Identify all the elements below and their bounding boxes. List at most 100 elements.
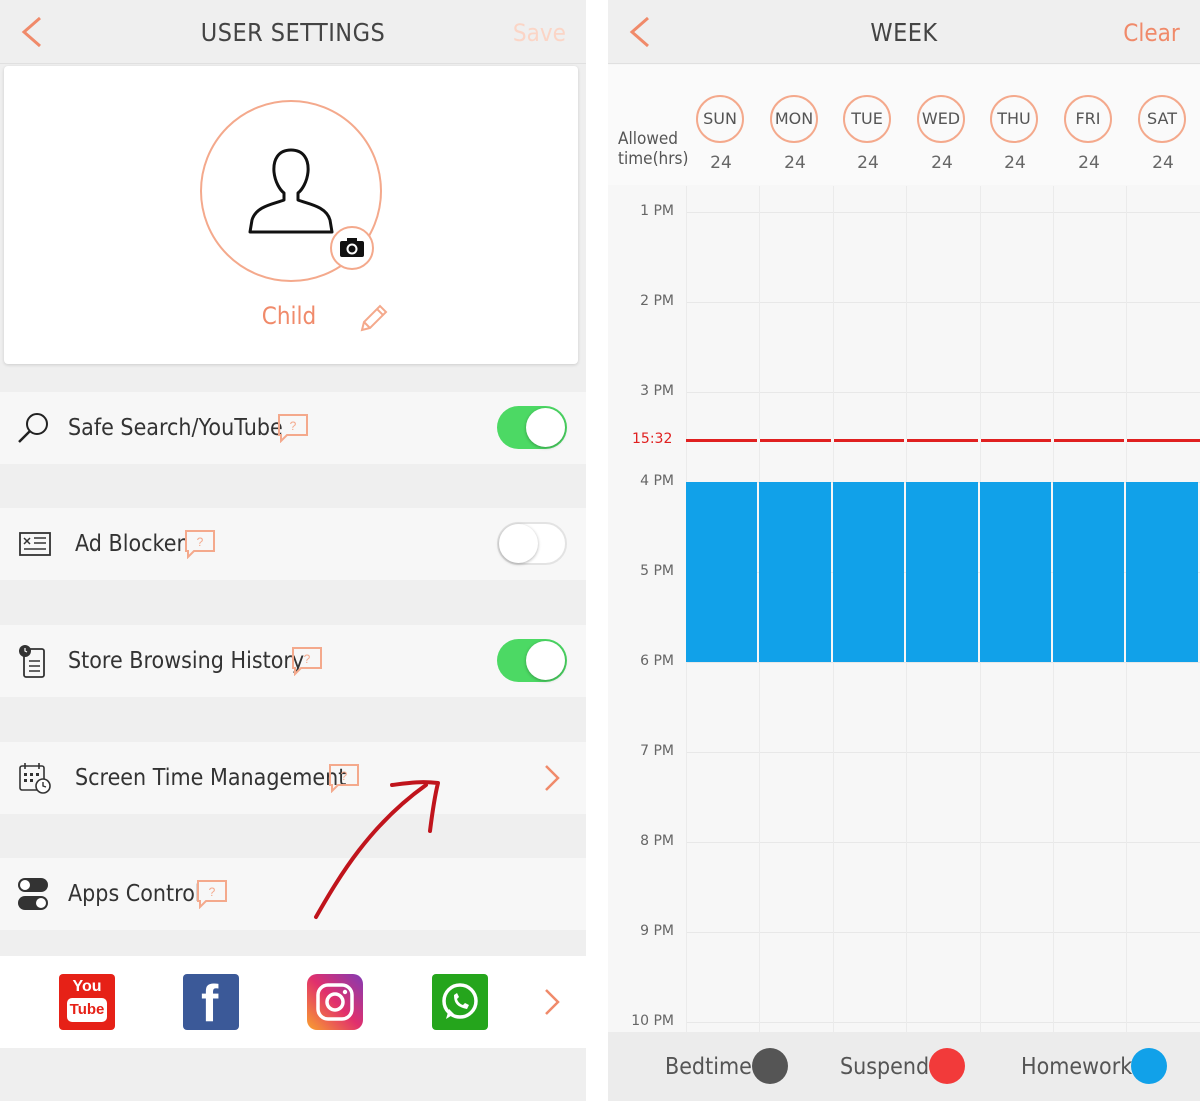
day-name: TUE xyxy=(843,95,891,143)
hour-gridline xyxy=(686,842,1200,843)
pencil-icon[interactable] xyxy=(356,302,390,336)
current-time-label: 15:32 xyxy=(632,431,673,447)
hour-gridline xyxy=(686,752,1200,753)
homework-block[interactable] xyxy=(686,482,757,662)
days-header: Allowed time(hrs) SUN 24 MON 24 TUE 24 WED 24 TH… xyxy=(608,65,1200,185)
day-allowed-hours: 24 xyxy=(710,153,732,173)
user-settings-screen: USER SETTINGS Save Child Safe Search/You… xyxy=(0,0,586,1101)
svg-text:?: ? xyxy=(209,885,216,899)
hour-gridline xyxy=(686,1022,1200,1023)
day-name: SUN xyxy=(696,95,744,143)
homework-block[interactable] xyxy=(1053,482,1124,662)
day-column[interactable]: SUN 24 xyxy=(696,95,746,173)
schedule-grid[interactable]: 1 PM 2 PM 3 PM 4 PM 5 PM 6 PM 7 PM 8 PM 9 PM 10 P… xyxy=(608,186,1200,1032)
day-name: FRI xyxy=(1064,95,1112,143)
allowed-time-label: Allowed time(hrs) xyxy=(618,129,689,169)
ad-blocker-row[interactable]: Ad Blocker ? xyxy=(0,508,586,580)
chevron-right-icon[interactable] xyxy=(540,986,564,1018)
help-icon[interactable]: ? xyxy=(291,646,323,677)
day-allowed-hours: 24 xyxy=(784,153,806,173)
store-history-toggle[interactable] xyxy=(497,639,567,682)
annotation-arrow xyxy=(314,780,440,919)
facebook-icon[interactable]: f xyxy=(183,974,239,1032)
help-icon[interactable]: ? xyxy=(184,529,216,560)
homework-block[interactable] xyxy=(1126,482,1198,662)
bedtime-dot xyxy=(752,1048,788,1084)
hour-label: 4 PM xyxy=(640,473,674,489)
camera-icon[interactable] xyxy=(330,226,374,270)
hour-gridline xyxy=(686,212,1200,213)
instagram-icon[interactable] xyxy=(307,974,363,1030)
hour-label: 7 PM xyxy=(640,743,674,759)
day-column[interactable]: FRI 24 xyxy=(1064,95,1114,173)
clear-button[interactable]: Clear xyxy=(1124,0,1180,64)
hour-gridline xyxy=(686,302,1200,303)
day-name: THU xyxy=(990,95,1038,143)
chevron-right-icon[interactable] xyxy=(540,762,564,794)
hour-label: 5 PM xyxy=(640,563,674,579)
day-column[interactable]: MON 24 xyxy=(770,95,820,173)
apps-control-row[interactable]: Apps Control ? xyxy=(0,858,586,930)
day-allowed-hours: 24 xyxy=(1152,153,1174,173)
day-column[interactable]: SAT 24 xyxy=(1138,95,1188,173)
homework-block[interactable] xyxy=(980,482,1051,662)
apps-strip: You Tube f xyxy=(0,956,586,1048)
ad-blocker-label: Ad Blocker xyxy=(75,531,186,557)
day-column[interactable]: THU 24 xyxy=(990,95,1040,173)
day-allowed-hours: 24 xyxy=(931,153,953,173)
ad-blocker-toggle[interactable] xyxy=(497,522,567,565)
hour-label: 3 PM xyxy=(640,383,674,399)
screen-time-row[interactable]: Screen Time Management ? xyxy=(0,742,586,814)
day-column[interactable]: WED 24 xyxy=(917,95,967,173)
hour-label: 9 PM xyxy=(640,923,674,939)
day-allowed-hours: 24 xyxy=(857,153,879,173)
safe-search-toggle[interactable] xyxy=(497,406,567,449)
profile-name: Child xyxy=(261,302,317,330)
day-allowed-hours: 24 xyxy=(1078,153,1100,173)
safe-search-label: Safe Search/YouTube xyxy=(68,415,283,441)
youtube-icon[interactable]: You Tube xyxy=(59,974,115,1030)
homework-block[interactable] xyxy=(906,482,978,662)
calendar-clock-icon xyxy=(19,763,51,794)
apps-control-label: Apps Control xyxy=(68,881,201,907)
homework-block[interactable] xyxy=(759,482,831,662)
day-allowed-hours: 24 xyxy=(1004,153,1026,173)
page-title: USER SETTINGS xyxy=(200,18,386,47)
current-time-line xyxy=(686,439,1200,442)
save-button[interactable]: Save xyxy=(513,0,566,64)
legend: Bedtime Suspend Homework xyxy=(608,1032,1200,1101)
user-silhouette-icon xyxy=(248,148,334,234)
store-history-row[interactable]: Store Browsing History ? xyxy=(0,625,586,697)
hour-gridline xyxy=(686,932,1200,933)
svg-text:?: ? xyxy=(197,535,204,549)
homework-dot xyxy=(1131,1048,1167,1084)
svg-text:?: ? xyxy=(290,419,297,433)
hour-label: 8 PM xyxy=(640,833,674,849)
store-history-label: Store Browsing History xyxy=(68,648,305,674)
safe-search-row[interactable]: Safe Search/YouTube ? xyxy=(0,392,586,464)
page-title: WEEK xyxy=(870,18,938,47)
search-icon xyxy=(18,413,48,443)
hour-gridline xyxy=(686,662,1200,663)
day-name: MON xyxy=(770,95,818,143)
week-schedule-screen: WEEK Clear Allowed time(hrs) SUN 24 MON 24 T… xyxy=(608,0,1200,1101)
ad-blocker-icon xyxy=(19,532,51,556)
profile-card: Child xyxy=(4,66,578,364)
whatsapp-icon[interactable] xyxy=(432,974,488,1030)
help-icon[interactable]: ? xyxy=(196,879,228,910)
history-icon xyxy=(19,645,45,678)
week-header: WEEK Clear xyxy=(608,0,1200,64)
hour-label: 1 PM xyxy=(640,203,674,219)
hour-label: 10 PM xyxy=(631,1013,674,1029)
day-name: SAT xyxy=(1138,95,1186,143)
toggles-icon xyxy=(18,878,48,910)
hour-label: 6 PM xyxy=(640,653,674,669)
svg-text:?: ? xyxy=(304,652,311,666)
hour-label: 2 PM xyxy=(640,293,674,309)
help-icon[interactable]: ? xyxy=(277,413,309,444)
day-name: WED xyxy=(917,95,965,143)
suspend-dot xyxy=(929,1048,965,1084)
settings-header: USER SETTINGS Save xyxy=(0,0,586,64)
homework-block[interactable] xyxy=(833,482,904,662)
day-column[interactable]: TUE 24 xyxy=(843,95,893,173)
